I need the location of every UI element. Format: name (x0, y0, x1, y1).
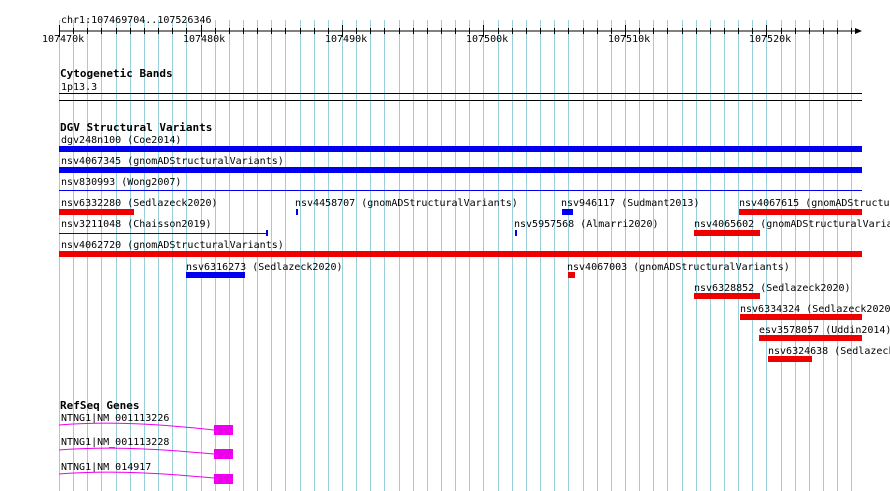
ruler-tick-label: 107490k (325, 34, 368, 45)
feature-label[interactable]: nsv6332280 (Sedlazeck2020) (61, 198, 218, 209)
feature-label[interactable]: nsv830993 (Wong2007) (61, 177, 181, 188)
feature-label[interactable]: nsv4067003 (gnomADStructuralVariants) (567, 262, 790, 273)
ruler-tick-label: 107470k (42, 34, 85, 45)
feature-label[interactable]: nsv946117 (Sudmant2013) (561, 198, 699, 209)
feature-bar[interactable] (562, 209, 573, 215)
feature-label[interactable]: nsv4458707 (gnomADStructuralVariants) (295, 198, 518, 209)
feature-bar-end (266, 230, 268, 236)
feature-bar[interactable] (740, 314, 862, 320)
feature-bar[interactable] (59, 209, 134, 215)
feature-bar[interactable] (59, 233, 268, 234)
ruler-tick-label: 107510k (608, 34, 651, 45)
feature-bar[interactable] (568, 272, 575, 278)
feature-label[interactable]: nsv4067615 (gnomADStructu (739, 198, 890, 209)
feature-bar[interactable] (59, 190, 862, 191)
feature-bar[interactable] (515, 230, 517, 236)
feature-bar[interactable] (768, 356, 812, 362)
ruler-tick-label: 107480k (183, 34, 226, 45)
dgv-track-title[interactable]: DGV Structural Variants (60, 122, 212, 134)
feature-bar[interactable] (59, 251, 862, 257)
feature-label[interactable]: nsv4067345 (gnomADStructuralVariants) (61, 156, 284, 167)
feature-bar[interactable] (694, 230, 760, 236)
gene-models[interactable] (0, 418, 260, 488)
ruler-tick-label: 107500k (466, 34, 509, 45)
cytoband-track-title[interactable]: Cytogenetic Bands (60, 68, 173, 80)
cytoband-label: 1p13.3 (61, 82, 98, 93)
feature-label[interactable]: nsv5957568 (Almarri2020) (514, 219, 659, 230)
feature-label[interactable]: nsv4062720 (gnomADStructuralVariants) (61, 240, 284, 251)
ruler-arrow-icon (855, 28, 862, 34)
feature-bar[interactable] (59, 167, 862, 173)
ruler-tick-label: 107520k (749, 34, 792, 45)
feature-bar[interactable] (694, 293, 760, 299)
track-divider (59, 100, 862, 101)
feature-bar[interactable] (739, 209, 862, 215)
cytoband-band[interactable] (59, 93, 862, 94)
feature-label[interactable]: nsv3211048 (Chaisson2019) (61, 219, 212, 230)
feature-bar[interactable] (296, 209, 298, 215)
feature-bar[interactable] (186, 272, 245, 278)
feature-bar[interactable] (759, 335, 862, 341)
refseq-track-title[interactable]: RefSeq Genes (60, 400, 139, 412)
feature-bar[interactable] (59, 146, 862, 152)
feature-label[interactable]: dgv248n100 (Coe2014) (61, 135, 181, 146)
feature-label[interactable]: nsv4065602 (gnomADStructuralVaria (694, 219, 890, 230)
